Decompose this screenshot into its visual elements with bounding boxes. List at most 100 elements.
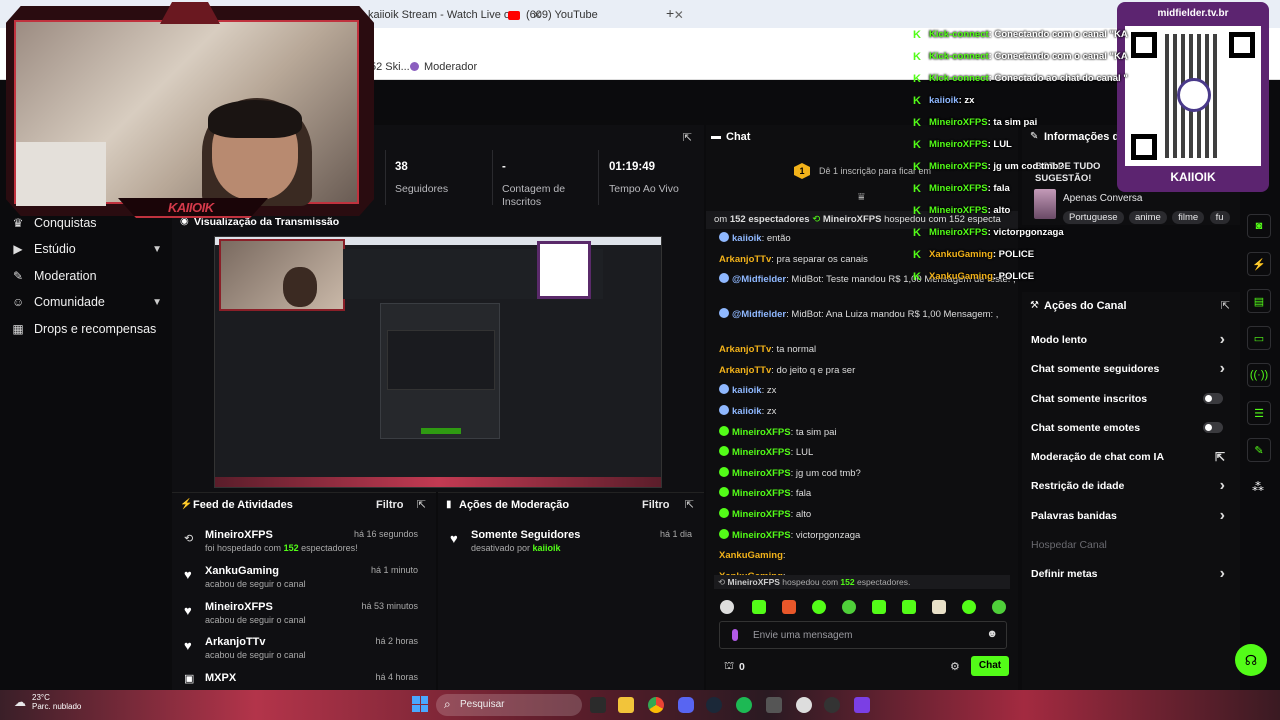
preview-qr bbox=[537, 241, 591, 299]
windows-start-icon[interactable] bbox=[412, 696, 428, 712]
chat-username[interactable]: kaiioik bbox=[732, 233, 762, 244]
emote-icon[interactable] bbox=[752, 600, 766, 614]
tag[interactable]: Portuguese bbox=[1063, 211, 1124, 224]
overlay-username: MineiroXFPS bbox=[929, 205, 988, 216]
list-icon[interactable]: ☰ bbox=[1247, 401, 1271, 425]
bookmark-item[interactable]: 52 Ski... bbox=[370, 61, 410, 73]
mod-filter-button[interactable]: Filtro bbox=[642, 499, 670, 511]
browser-tab-youtube[interactable]: (609) YouTube ✕ bbox=[508, 4, 684, 26]
channel-action-row[interactable]: Chat somente emotes bbox=[1031, 418, 1231, 438]
chat-username[interactable]: MineiroXFPS bbox=[732, 488, 791, 499]
feed-desc: acabou de seguir o canal bbox=[205, 615, 306, 625]
category-thumbnail bbox=[1034, 189, 1056, 219]
user-badge-icon bbox=[719, 232, 729, 242]
external-link-icon[interactable]: ⇱ bbox=[1221, 299, 1230, 312]
chat-username[interactable]: MineiroXFPS bbox=[732, 447, 791, 458]
chat-input[interactable]: Envie uma mensagem ☻ bbox=[719, 621, 1007, 649]
chrome-icon[interactable] bbox=[648, 697, 664, 713]
chat-username[interactable]: kaiioik bbox=[732, 406, 762, 417]
taskbar-search[interactable]: ⌕ Pesquisar bbox=[436, 694, 582, 716]
channel-action-row[interactable]: Chat somente seguidores › bbox=[1031, 359, 1231, 379]
emote-icon[interactable] bbox=[872, 600, 886, 614]
bolt-icon[interactable]: ⚡ bbox=[1247, 252, 1271, 276]
emote-icon[interactable] bbox=[720, 600, 734, 614]
external-link-icon[interactable]: ⇱ bbox=[1215, 450, 1225, 464]
external-link-icon[interactable]: ⇱ bbox=[683, 131, 692, 144]
channel-action-row[interactable]: Definir metas › bbox=[1031, 564, 1231, 584]
emote-icon[interactable] bbox=[932, 600, 946, 614]
list-item: ♥ Somente Seguidores há 1 dia desativado… bbox=[450, 529, 696, 559]
overlay-username: MineiroXFPS bbox=[929, 161, 988, 172]
toggle-switch[interactable] bbox=[1203, 393, 1223, 405]
chat-icon[interactable]: ▭ bbox=[1247, 326, 1271, 350]
sidebar-item-comunidade[interactable]: ☺ Comunidade ▼ bbox=[12, 292, 162, 312]
broadcast-icon[interactable]: ((·)) bbox=[1247, 363, 1271, 387]
emote-icon[interactable] bbox=[812, 600, 826, 614]
user-badge-icon bbox=[719, 384, 729, 395]
chat-username[interactable]: @Midfielder bbox=[732, 274, 786, 285]
chat-username[interactable]: MineiroXFPS bbox=[732, 530, 791, 541]
channel-action-row[interactable]: Restrição de idade › bbox=[1031, 476, 1231, 496]
close-icon[interactable]: ✕ bbox=[674, 8, 684, 22]
wrench-icon[interactable]: ✎ bbox=[1247, 438, 1271, 462]
chat-username[interactable]: ArkanjoTTv bbox=[719, 365, 771, 376]
emote-icon[interactable] bbox=[902, 600, 916, 614]
search-placeholder: Pesquisar bbox=[460, 699, 505, 710]
channel-action-row[interactable]: Moderação de chat com IA ⇱ bbox=[1031, 447, 1231, 467]
chat-username[interactable]: MineiroXFPS bbox=[732, 468, 791, 479]
pin-collapse-icon[interactable]: ⩸ bbox=[858, 191, 865, 204]
obs-icon[interactable] bbox=[824, 697, 840, 713]
app-icon[interactable] bbox=[854, 697, 870, 713]
task-view-icon[interactable] bbox=[590, 697, 606, 713]
channel-action-row[interactable]: Palavras banidas › bbox=[1031, 506, 1231, 526]
camera-icon[interactable]: ◙ bbox=[1247, 214, 1271, 238]
channel-action-row[interactable]: Modo lento › bbox=[1031, 330, 1231, 350]
channel-action-row[interactable]: Chat somente inscritos bbox=[1031, 389, 1231, 409]
bookmark-moderador[interactable]: Moderador bbox=[424, 61, 477, 73]
chat-username[interactable]: XankuGaming bbox=[719, 550, 783, 561]
file-explorer-icon[interactable] bbox=[618, 697, 634, 713]
feed-desc: foi hospedado com 152 espectadores! bbox=[205, 543, 358, 553]
chat-username[interactable]: ArkanjoTTv bbox=[719, 344, 771, 355]
tag[interactable]: anime bbox=[1128, 211, 1167, 224]
chat-send-button[interactable]: Chat bbox=[971, 656, 1009, 676]
chat-username[interactable]: MineiroXFPS bbox=[732, 509, 791, 520]
sidebar-item-drops[interactable]: ▦ Drops e recompensas bbox=[12, 319, 162, 339]
spotify-icon[interactable] bbox=[736, 697, 752, 713]
chat-username[interactable]: MineiroXFPS bbox=[732, 427, 791, 438]
emote-icon[interactable] bbox=[842, 600, 856, 614]
gear-icon[interactable]: ⚙ bbox=[950, 660, 960, 673]
emote-icon[interactable] bbox=[782, 600, 796, 614]
wrench-icon: ⚒ bbox=[1030, 300, 1039, 311]
weather-widget[interactable]: 23°C Parc. nublado bbox=[32, 693, 81, 711]
emote-icon[interactable] bbox=[962, 600, 976, 614]
support-headset-icon[interactable]: ☊ bbox=[1235, 644, 1267, 676]
nodes-icon[interactable]: ⁂ bbox=[1252, 480, 1264, 494]
external-link-icon[interactable]: ⇱ bbox=[417, 498, 426, 511]
overlay-text: : POLICE bbox=[992, 271, 1035, 282]
emote-icon[interactable] bbox=[992, 600, 1006, 614]
chat-username[interactable]: kaiioik bbox=[732, 385, 762, 396]
steam-icon[interactable] bbox=[706, 697, 722, 713]
chat-username[interactable]: ArkanjoTTv bbox=[719, 254, 771, 265]
chat-message: MineiroXFPS: jg um cod tmb? bbox=[719, 466, 1019, 480]
sidebar-item-estudio[interactable]: ▶ Estúdio ▼ bbox=[12, 239, 162, 259]
stream-preview[interactable] bbox=[214, 236, 662, 488]
wrench-icon: ✎ bbox=[12, 269, 24, 283]
channel-action-row[interactable]: Hospedar Canal bbox=[1031, 535, 1231, 555]
toggle-switch[interactable] bbox=[1203, 422, 1223, 434]
emoji-icon[interactable]: ☻ bbox=[986, 628, 998, 640]
clipboard-icon[interactable]: ▤ bbox=[1247, 289, 1271, 313]
tag[interactable]: fu bbox=[1209, 211, 1230, 224]
discord-icon[interactable] bbox=[678, 697, 694, 713]
external-link-icon[interactable]: ⇱ bbox=[685, 498, 694, 511]
activity-filter-button[interactable]: Filtro bbox=[376, 499, 404, 511]
channel-action-label: Definir metas bbox=[1031, 568, 1098, 581]
settings-icon[interactable] bbox=[796, 697, 812, 713]
new-tab-button[interactable]: + bbox=[666, 5, 674, 21]
app-icon[interactable] bbox=[766, 697, 782, 713]
qr-finder bbox=[1131, 134, 1157, 160]
tag[interactable]: filme bbox=[1172, 211, 1205, 224]
chat-username[interactable]: @Midfielder bbox=[732, 309, 786, 320]
sidebar-item-moderation[interactable]: ✎ Moderation bbox=[12, 266, 162, 286]
